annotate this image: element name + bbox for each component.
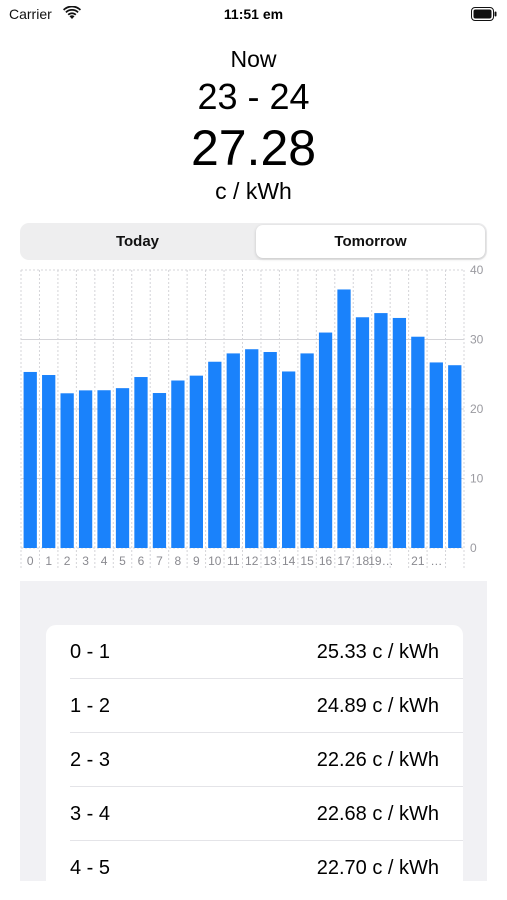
chart-bar xyxy=(337,289,351,548)
hourly-price-list: 0 - 1 25.33 c / kWh 1 - 2 24.89 c / kWh 2 - … xyxy=(46,625,463,887)
x-tick-label: 8 xyxy=(175,554,182,568)
hour-range-label: 3 - 4 xyxy=(70,803,111,825)
y-tick-label: 10 xyxy=(470,472,484,486)
chart-bar xyxy=(263,352,277,548)
chart-bar xyxy=(115,388,130,548)
chart-bar xyxy=(208,361,222,548)
chart-bar xyxy=(226,353,240,548)
chart-bar xyxy=(282,371,296,548)
day-segmented-control: Today Tomorrow xyxy=(20,223,487,260)
status-bar: Carrier 11:51 em xyxy=(0,0,507,30)
hour-price-value: 24.89 c / kWh xyxy=(316,695,439,717)
chart-canvas: 0102030400 1 2 3 4 5 6 7 8 9 10 11 12 13 14 15 16 17 18 19…… xyxy=(20,263,484,568)
list-item[interactable]: 2 - 3 22.26 c / kWh xyxy=(46,733,463,787)
segment-tomorrow[interactable]: Tomorrow xyxy=(256,225,485,258)
x-tick-label: 0 xyxy=(27,554,34,568)
y-tick-label: 0 xyxy=(470,541,477,555)
chart-bar xyxy=(245,349,259,548)
chart-bar xyxy=(97,390,111,548)
x-tick-label: 5 xyxy=(119,554,126,568)
x-tick-label: 10 xyxy=(208,554,222,568)
list-item[interactable]: 0 - 1 25.33 c / kWh xyxy=(46,625,463,679)
x-tick-label: 16 xyxy=(319,554,333,568)
chart-bar xyxy=(355,317,370,548)
price-unit: c / kWh xyxy=(215,178,292,204)
hour-price-value: 22.26 c / kWh xyxy=(316,749,439,771)
x-tick-label: 14 xyxy=(282,554,296,568)
x-tick-label: 7 xyxy=(156,554,163,568)
current-price: 27.28 xyxy=(190,120,317,176)
x-tick-label: 11 xyxy=(227,554,240,568)
list-item[interactable]: 4 - 5 22.70 c / kWh xyxy=(46,841,463,887)
segment-today[interactable]: Today xyxy=(22,225,253,258)
x-tick-label: 4 xyxy=(101,554,108,568)
current-hour-range: 23 - 24 xyxy=(197,76,310,117)
x-tick-label: … xyxy=(430,554,442,568)
now-label: Now xyxy=(230,46,277,72)
chart-bar xyxy=(171,380,185,548)
y-tick-label: 30 xyxy=(470,333,484,347)
x-tick-label: 13 xyxy=(264,554,278,568)
hour-price-value: 22.68 c / kWh xyxy=(316,803,439,825)
hour-range-label: 1 - 2 xyxy=(70,695,111,717)
battery-icon xyxy=(471,7,497,21)
chart-bar xyxy=(42,375,56,548)
x-tick-label: 2 xyxy=(64,554,71,568)
chart-bar xyxy=(23,371,37,548)
list-item[interactable]: 1 - 2 24.89 c / kWh xyxy=(46,679,463,733)
chart-bar xyxy=(134,377,148,548)
chart-bar xyxy=(189,375,203,548)
x-tick-label: 12 xyxy=(245,554,259,568)
y-tick-label: 20 xyxy=(470,402,484,416)
hour-price-value: 22.70 c / kWh xyxy=(316,857,439,879)
chart-bar xyxy=(318,332,333,548)
x-tick-label: 3 xyxy=(82,554,89,568)
x-tick-label: 17 xyxy=(337,554,351,568)
chart-bar xyxy=(429,362,443,548)
clock: 11:51 em xyxy=(223,6,284,22)
hour-range-label: 4 - 5 xyxy=(70,857,111,879)
hour-range-label: 0 - 1 xyxy=(70,641,111,663)
chart-bar xyxy=(60,393,74,548)
hour-price-value: 25.33 c / kWh xyxy=(316,641,439,663)
x-tick-label: 9 xyxy=(193,554,200,568)
x-tick-label: 19… xyxy=(368,554,393,568)
chart-bar xyxy=(78,390,93,548)
chart-bar xyxy=(300,353,314,548)
chart-bar xyxy=(374,313,388,548)
chart-bar xyxy=(152,393,167,548)
chart-bar xyxy=(448,365,462,548)
y-tick-label: 40 xyxy=(470,263,484,277)
x-tick-label: 15 xyxy=(300,554,314,568)
chart-bar xyxy=(411,336,425,548)
x-tick-label: 1 xyxy=(45,554,52,568)
hour-range-label: 2 - 3 xyxy=(70,749,111,771)
x-tick-label: 21 xyxy=(411,554,425,568)
list-item[interactable]: 3 - 4 22.68 c / kWh xyxy=(46,787,463,841)
chart-bar xyxy=(392,317,407,548)
price-bar-chart: 0 10 20 30 40 0 1 2 3 4 5 6 7 8 9 10 11 12 13 14 15 16 17 18 19…… xyxy=(0,262,507,572)
x-tick-label: 6 xyxy=(138,554,145,568)
